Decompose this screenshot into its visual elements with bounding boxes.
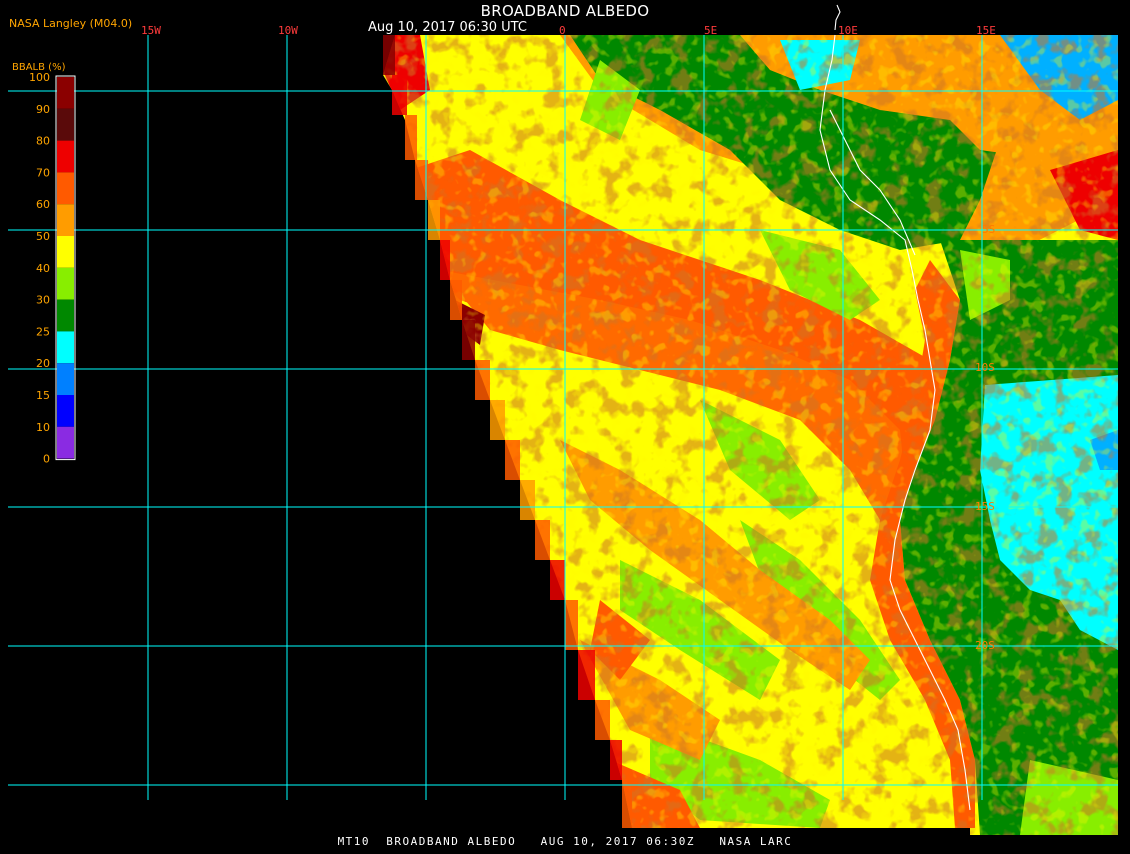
albedo-map: 15W 10W 0 5E 10E 15E 5S 10S 15S 20S 10 0 9…: [8, 4, 1118, 835]
color-bar-swatch: [57, 299, 74, 332]
swath-edge-block: [428, 200, 440, 240]
swath-edge-block: [550, 560, 565, 600]
lon-label-5e: 5E: [704, 24, 717, 37]
source-label: NASA Langley (M04.0): [9, 17, 133, 30]
color-bar-swatch: [57, 395, 74, 427]
map-datetime: Aug 10, 2017 06:30 UTC: [368, 20, 527, 35]
swath-edge-block: [450, 280, 462, 320]
color-bar-tick-label: 70: [36, 166, 50, 179]
color-bar-swatch: [57, 267, 74, 300]
swath-edge-block: [383, 35, 395, 75]
swath-edge-block: [535, 520, 550, 560]
swath-edge-block: [490, 400, 505, 440]
color-bar-tick-label: 25: [36, 325, 50, 338]
lon-label-15e: 15E: [976, 24, 996, 37]
map-title: BROADBAND ALBEDO: [480, 2, 650, 20]
legend-title: BBALB (%): [12, 62, 66, 73]
swath-edge-block: [520, 480, 535, 520]
swath-edge-block: [440, 240, 450, 280]
lat-label-10s: 10S: [975, 361, 995, 374]
swath-edge-block: [405, 115, 417, 160]
footer-caption: MT10 BROADBAND ALBEDO AUG 10, 2017 06:30…: [337, 835, 793, 848]
swath-edge-block: [595, 700, 610, 740]
lat-label-20s: 20S: [975, 639, 995, 652]
swath-edge-block: [475, 360, 490, 400]
color-bar-tick-label: 40: [36, 262, 50, 275]
color-bar-swatch: [57, 108, 74, 141]
swath-edge-block: [610, 740, 622, 780]
color-bar-tick-label: 80: [36, 135, 50, 148]
color-bar: 10090807060504030252015100: [29, 71, 76, 466]
color-bar-tick-label: 60: [36, 198, 50, 211]
color-bar-tick-label: 50: [36, 230, 50, 243]
color-bar-tick-label: 10: [36, 421, 50, 434]
lon-label-15w: 15W: [141, 24, 161, 37]
color-bar-tick-label: 20: [36, 357, 50, 370]
lat-label-5s: 5S: [982, 223, 995, 236]
swath-edge-block: [622, 780, 632, 828]
swath-edge-block: [505, 440, 520, 480]
lon-label-10w: 10W: [278, 24, 298, 37]
color-bar-tick-label: 30: [36, 294, 50, 307]
color-bar-swatch: [57, 331, 74, 364]
color-bar-swatch: [57, 204, 74, 236]
color-bar-swatch: [57, 77, 74, 109]
swath-edge-block: [565, 600, 578, 650]
color-bar-tick-label: 15: [36, 389, 50, 402]
color-bar-tick-label: 0: [43, 453, 50, 466]
color-bar-swatch: [57, 140, 74, 173]
color-bar-swatch: [57, 172, 74, 205]
albedo-map-view: 15W 10W 0 5E 10E 15E 5S 10S 15S 20S 10 0 9…: [0, 0, 1130, 850]
color-bar-swatch: [57, 236, 74, 268]
swath-edge-block: [392, 75, 407, 115]
color-bar-swatch: [57, 426, 74, 459]
color-bar-swatch: [57, 363, 74, 395]
lat-label-15s: 15S: [975, 500, 995, 513]
lon-label-10e: 10E: [838, 24, 858, 37]
swath-edge-block: [578, 650, 595, 700]
color-bar-tick-label: 90: [36, 103, 50, 116]
lon-label-0: 0: [559, 24, 566, 37]
swath-edge-block: [462, 320, 475, 360]
